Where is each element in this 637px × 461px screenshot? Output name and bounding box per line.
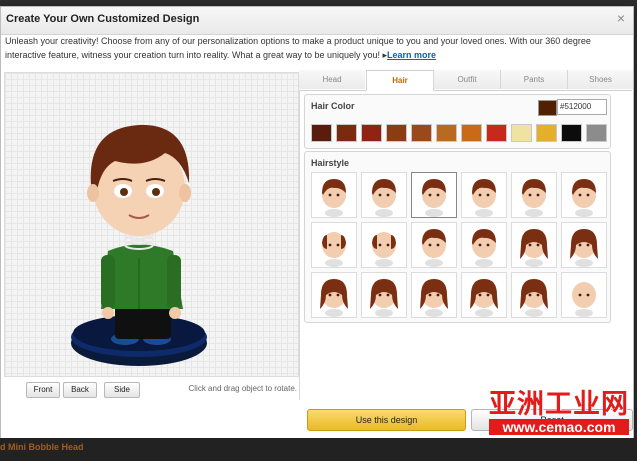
hairstyle-option[interactable] <box>461 172 507 218</box>
hex-color-input[interactable]: #512000 <box>557 99 607 115</box>
hair-color-swatch[interactable] <box>361 124 382 142</box>
hair-color-swatch[interactable] <box>461 124 482 142</box>
hairstyle-option[interactable] <box>511 172 557 218</box>
site-watermark: 亚洲工业网 www.cemao.com <box>489 382 629 435</box>
watermark-cn: 亚洲工业网 <box>489 389 629 420</box>
hairstyle-option[interactable] <box>411 272 457 318</box>
hairstyle-option[interactable] <box>311 172 357 218</box>
hair-color-swatch[interactable] <box>311 124 332 142</box>
front-view-button[interactable]: Front <box>26 382 60 398</box>
options-panel: Hair Color #512000 Hairstyle <box>299 91 631 400</box>
tab-hair[interactable]: Hair <box>366 70 434 91</box>
hair-color-swatch[interactable] <box>486 124 507 142</box>
hairstyle-option[interactable] <box>411 172 457 218</box>
hair-color-swatch[interactable] <box>336 124 357 142</box>
view-controls: Front Back Side Click and drag object to… <box>4 380 297 400</box>
customize-tabs: Head Hair Outfit Pants Shoes <box>299 70 633 91</box>
dialog-title: Create Your Own Customized Design <box>6 13 200 25</box>
bobblehead-figure <box>71 124 207 366</box>
preview-canvas[interactable] <box>4 72 299 377</box>
hairstyle-option[interactable] <box>311 272 357 318</box>
back-view-button[interactable]: Back <box>63 382 97 398</box>
learn-more-link[interactable]: Learn more <box>387 50 436 60</box>
hairstyle-option[interactable] <box>561 172 607 218</box>
hairstyle-label: Hairstyle <box>311 158 350 168</box>
hairstyle-option[interactable] <box>461 222 507 268</box>
tab-shoes[interactable]: Shoes <box>567 70 633 89</box>
tab-pants[interactable]: Pants <box>500 70 567 89</box>
tab-head[interactable]: Head <box>299 70 365 89</box>
hair-color-label: Hair Color <box>311 101 355 111</box>
hair-color-swatch[interactable] <box>586 124 607 142</box>
hair-color-swatch[interactable] <box>561 124 582 142</box>
hair-color-swatch[interactable] <box>411 124 432 142</box>
page-footer: d Mini Bobble Head <box>0 438 637 461</box>
dialog-titlebar: Create Your Own Customized Design × <box>1 7 633 35</box>
hairstyle-option[interactable] <box>311 222 357 268</box>
hairstyle-option[interactable] <box>361 172 407 218</box>
watermark-url: www.cemao.com <box>489 419 629 435</box>
hairstyle-option[interactable] <box>411 222 457 268</box>
product-title: d Mini Bobble Head <box>0 442 84 452</box>
hairstyle-box: Hairstyle <box>304 151 611 323</box>
current-color-swatch <box>538 100 557 116</box>
hair-color-swatch[interactable] <box>386 124 407 142</box>
hairstyle-option[interactable] <box>511 222 557 268</box>
hairstyle-option[interactable] <box>361 272 407 318</box>
intro-text: Unleash your creativity! Choose from any… <box>5 36 591 60</box>
hair-color-box: Hair Color #512000 <box>304 94 611 149</box>
hair-color-swatch[interactable] <box>536 124 557 142</box>
hairstyle-option[interactable] <box>561 222 607 268</box>
use-design-button[interactable]: Use this design <box>307 409 466 431</box>
hair-color-swatch[interactable] <box>436 124 457 142</box>
hairstyle-option[interactable] <box>511 272 557 318</box>
hairstyle-option[interactable] <box>461 272 507 318</box>
close-icon[interactable]: × <box>617 11 625 25</box>
hairstyle-option[interactable] <box>361 222 407 268</box>
tab-outfit[interactable]: Outfit <box>433 70 500 89</box>
rotate-hint: Click and drag object to rotate. <box>188 384 297 393</box>
side-view-button[interactable]: Side <box>104 382 140 398</box>
intro-paragraph: Unleash your creativity! Choose from any… <box>5 34 617 62</box>
hair-color-swatch[interactable] <box>511 124 532 142</box>
hairstyle-option[interactable] <box>561 272 607 318</box>
